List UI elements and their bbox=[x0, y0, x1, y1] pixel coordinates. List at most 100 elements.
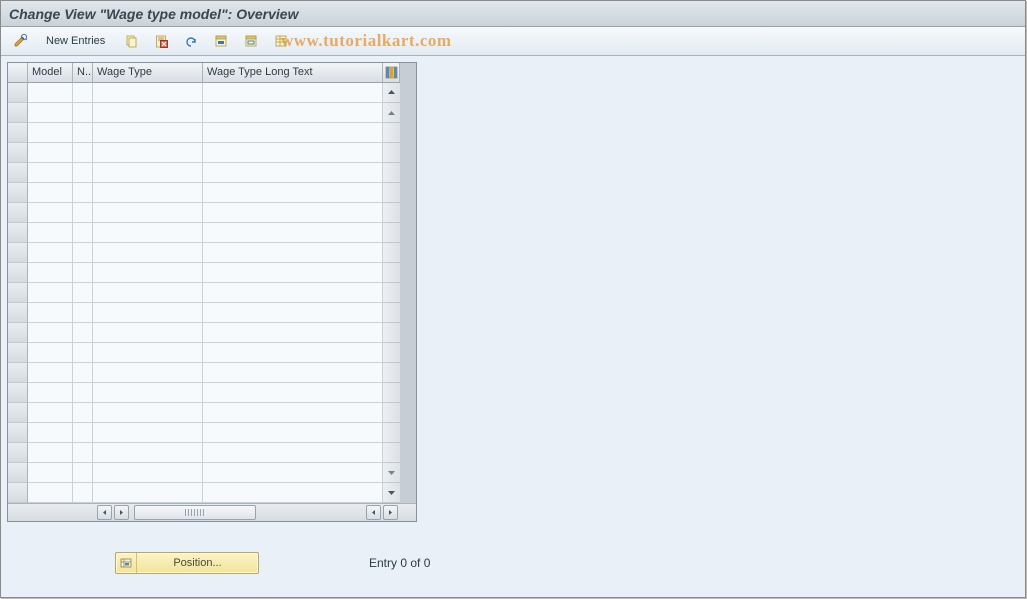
row-selector[interactable] bbox=[8, 483, 28, 503]
vscroll-up-small-button[interactable] bbox=[383, 103, 400, 123]
table-cell[interactable] bbox=[73, 303, 93, 323]
table-cell[interactable] bbox=[203, 103, 383, 123]
table-cell[interactable] bbox=[93, 203, 203, 223]
row-selector[interactable] bbox=[8, 303, 28, 323]
table-cell[interactable] bbox=[28, 203, 73, 223]
hscroll-right-button[interactable] bbox=[114, 505, 129, 520]
row-selector[interactable] bbox=[8, 223, 28, 243]
table-cell[interactable] bbox=[203, 83, 383, 103]
table-cell[interactable] bbox=[28, 323, 73, 343]
table-cell[interactable] bbox=[93, 443, 203, 463]
table-cell[interactable] bbox=[28, 83, 73, 103]
table-cell[interactable] bbox=[203, 403, 383, 423]
row-selector[interactable] bbox=[8, 103, 28, 123]
table-cell[interactable] bbox=[203, 183, 383, 203]
table-cell[interactable] bbox=[73, 283, 93, 303]
table-cell[interactable] bbox=[73, 183, 93, 203]
vscroll-track[interactable] bbox=[383, 363, 400, 383]
row-selector[interactable] bbox=[8, 243, 28, 263]
table-cell[interactable] bbox=[28, 163, 73, 183]
table-cell[interactable] bbox=[73, 343, 93, 363]
row-selector[interactable] bbox=[8, 383, 28, 403]
table-cell[interactable] bbox=[203, 383, 383, 403]
vscroll-track[interactable] bbox=[383, 183, 400, 203]
table-cell[interactable] bbox=[203, 443, 383, 463]
vscroll-track[interactable] bbox=[383, 403, 400, 423]
table-cell[interactable] bbox=[73, 103, 93, 123]
vscroll-track[interactable] bbox=[383, 283, 400, 303]
table-cell[interactable] bbox=[93, 403, 203, 423]
table-cell[interactable] bbox=[93, 383, 203, 403]
vscroll-track[interactable] bbox=[383, 383, 400, 403]
table-cell[interactable] bbox=[203, 483, 383, 503]
vscroll-track[interactable] bbox=[383, 223, 400, 243]
new-entries-button[interactable]: New Entries bbox=[37, 30, 114, 52]
vscroll-up-button[interactable] bbox=[383, 83, 400, 103]
table-cell[interactable] bbox=[73, 363, 93, 383]
hscroll-thumb[interactable] bbox=[134, 505, 256, 520]
hscroll-left-button[interactable] bbox=[97, 505, 112, 520]
row-selector[interactable] bbox=[8, 203, 28, 223]
table-cell[interactable] bbox=[73, 203, 93, 223]
table-cell[interactable] bbox=[203, 243, 383, 263]
table-cell[interactable] bbox=[93, 483, 203, 503]
vscroll-down-small-button[interactable] bbox=[383, 463, 400, 483]
table-cell[interactable] bbox=[93, 303, 203, 323]
vscroll-track[interactable] bbox=[383, 323, 400, 343]
row-selector[interactable] bbox=[8, 343, 28, 363]
table-cell[interactable] bbox=[93, 123, 203, 143]
deselect-all-button[interactable] bbox=[238, 30, 264, 52]
table-cell[interactable] bbox=[203, 283, 383, 303]
table-cell[interactable] bbox=[203, 303, 383, 323]
row-selector[interactable] bbox=[8, 443, 28, 463]
row-selector[interactable] bbox=[8, 363, 28, 383]
table-cell[interactable] bbox=[203, 263, 383, 283]
table-cell[interactable] bbox=[73, 423, 93, 443]
table-cell[interactable] bbox=[28, 263, 73, 283]
table-cell[interactable] bbox=[28, 103, 73, 123]
column-header-wage-type-long-text[interactable]: Wage Type Long Text bbox=[203, 63, 383, 83]
table-cell[interactable] bbox=[28, 483, 73, 503]
row-selector[interactable] bbox=[8, 183, 28, 203]
table-cell[interactable] bbox=[203, 323, 383, 343]
table-cell[interactable] bbox=[28, 283, 73, 303]
vscroll-track[interactable] bbox=[383, 163, 400, 183]
change-mode-button[interactable] bbox=[7, 30, 33, 52]
hscroll-right-end-button[interactable] bbox=[383, 505, 398, 520]
table-cell[interactable] bbox=[73, 83, 93, 103]
row-selector[interactable] bbox=[8, 463, 28, 483]
table-cell[interactable] bbox=[203, 163, 383, 183]
vscroll-track[interactable] bbox=[383, 263, 400, 283]
table-cell[interactable] bbox=[203, 223, 383, 243]
row-selector[interactable] bbox=[8, 283, 28, 303]
column-header-wage-type[interactable]: Wage Type bbox=[93, 63, 203, 83]
table-cell[interactable] bbox=[28, 403, 73, 423]
table-cell[interactable] bbox=[93, 463, 203, 483]
table-cell[interactable] bbox=[28, 443, 73, 463]
table-cell[interactable] bbox=[73, 163, 93, 183]
row-selector[interactable] bbox=[8, 263, 28, 283]
table-cell[interactable] bbox=[93, 423, 203, 443]
table-cell[interactable] bbox=[203, 203, 383, 223]
table-cell[interactable] bbox=[93, 283, 203, 303]
table-cell[interactable] bbox=[73, 143, 93, 163]
table-cell[interactable] bbox=[73, 403, 93, 423]
delete-button[interactable] bbox=[148, 30, 174, 52]
row-selector[interactable] bbox=[8, 423, 28, 443]
row-selector[interactable] bbox=[8, 323, 28, 343]
table-cell[interactable] bbox=[28, 183, 73, 203]
table-cell[interactable] bbox=[28, 363, 73, 383]
row-selector[interactable] bbox=[8, 403, 28, 423]
table-cell[interactable] bbox=[93, 363, 203, 383]
table-cell[interactable] bbox=[73, 223, 93, 243]
table-cell[interactable] bbox=[203, 363, 383, 383]
vscroll-track[interactable] bbox=[383, 343, 400, 363]
vscroll-track[interactable] bbox=[383, 423, 400, 443]
column-header-n[interactable]: N.. bbox=[73, 63, 93, 83]
table-cell[interactable] bbox=[28, 223, 73, 243]
vscroll-track[interactable] bbox=[383, 203, 400, 223]
table-cell[interactable] bbox=[93, 263, 203, 283]
table-cell[interactable] bbox=[73, 123, 93, 143]
table-cell[interactable] bbox=[28, 463, 73, 483]
row-selector[interactable] bbox=[8, 123, 28, 143]
